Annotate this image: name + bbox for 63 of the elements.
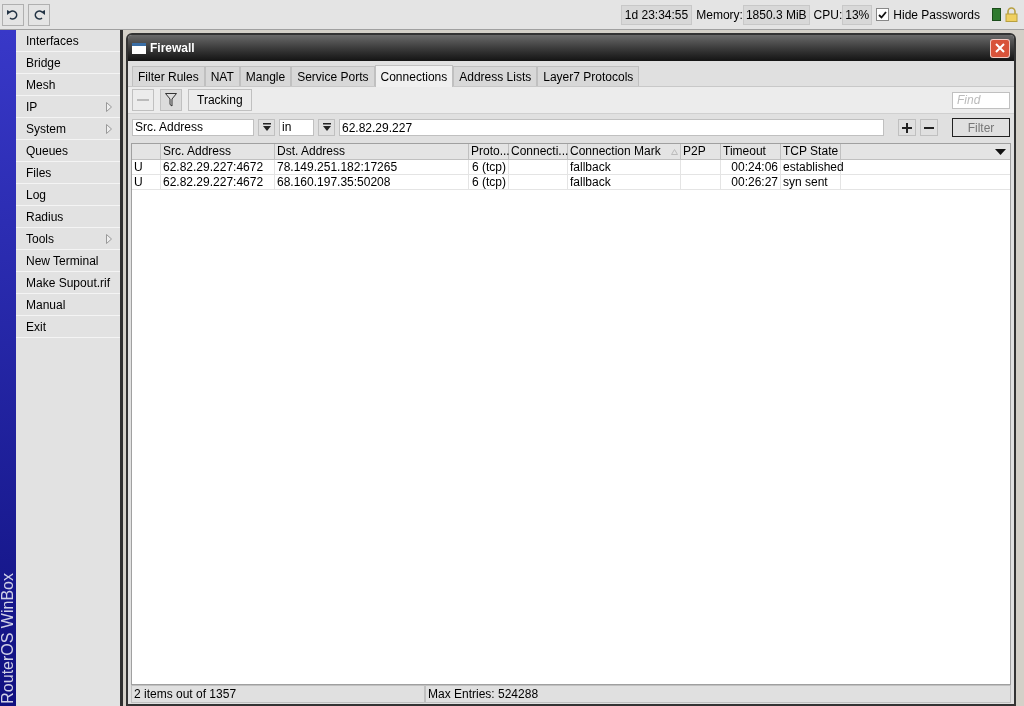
tab[interactable]: Layer7 Protocols <box>537 66 640 86</box>
filter-apply-button[interactable]: Filter <box>952 118 1010 137</box>
column-header[interactable]: Dst. Address <box>275 144 469 159</box>
table-cell: 68.160.197.35:50208 <box>277 175 391 189</box>
window-icon <box>132 42 146 54</box>
column-header[interactable]: P2P <box>681 144 721 159</box>
table-cell: U <box>134 175 143 189</box>
column-header[interactable]: Src. Address <box>161 144 275 159</box>
window-title: Firewall <box>150 40 196 57</box>
undo-icon <box>6 8 20 21</box>
close-icon <box>995 43 1005 53</box>
minus-icon <box>137 98 149 102</box>
memory-value: 1850.3 MiB <box>742 4 810 25</box>
table-cell: 62.82.29.227:4672 <box>163 160 264 174</box>
filter-value-field[interactable]: 62.82.29.227 <box>339 119 884 136</box>
plus-icon <box>902 122 912 133</box>
redo-icon <box>32 8 46 21</box>
tracking-button[interactable]: Tracking <box>188 89 252 111</box>
filter-operator-select[interactable]: in <box>279 119 314 136</box>
remove-condition-button[interactable] <box>920 119 938 136</box>
table-cell: fallback <box>570 175 611 189</box>
hide-passwords-label: Hide Passwords <box>893 6 980 24</box>
undo-button[interactable] <box>2 3 24 26</box>
filter-icon <box>165 93 177 107</box>
column-header[interactable]: Connection Mark <box>568 144 681 159</box>
redo-button[interactable] <box>28 3 50 26</box>
status-bar-text: Max Entries: 524288 <box>425 685 1011 703</box>
cpu-value: 13% <box>842 4 873 25</box>
close-button[interactable] <box>990 38 1010 58</box>
table-cell: 78.149.251.182:17265 <box>277 160 398 174</box>
tab[interactable]: NAT <box>204 66 240 86</box>
add-button[interactable] <box>898 119 916 136</box>
status-bar-text: 2 items out of 1357 <box>131 685 425 703</box>
cpu-label: CPU: <box>813 6 843 24</box>
uptime-text: 1d 23:34:55 <box>620 4 693 25</box>
table-cell: U <box>134 160 143 174</box>
tab[interactable]: Address Lists <box>453 66 538 86</box>
column-header[interactable]: Proto... <box>469 144 509 159</box>
column-header[interactable]: Connecti... <box>509 144 568 159</box>
column-header[interactable]: Timeout <box>721 144 781 159</box>
find-field[interactable]: Find <box>952 91 1010 109</box>
tab[interactable]: Service Ports <box>291 66 375 86</box>
hide-passwords-checkbox[interactable] <box>876 8 890 21</box>
table-cell: 00:26:27 <box>731 175 778 189</box>
memory-label: Memory: <box>696 6 743 24</box>
tab[interactable]: Mangle <box>239 66 292 86</box>
filter-field-select[interactable]: Src. Address <box>132 119 254 136</box>
status-indicator-icon <box>992 8 1001 21</box>
table-cell: 6 (tcp) <box>472 160 506 174</box>
column-menu-icon[interactable] <box>995 148 1006 155</box>
column-header[interactable]: TCP State <box>781 144 841 159</box>
checkmark-icon <box>878 10 888 19</box>
table-cell: 00:24:06 <box>731 160 778 174</box>
tab[interactable]: Connections <box>374 65 454 87</box>
table-cell: established <box>783 160 844 174</box>
table-cell: 6 (tcp) <box>472 175 506 189</box>
table-cell: syn sent <box>783 175 828 189</box>
table-cell: 62.82.29.227:4672 <box>163 175 264 189</box>
table-cell: fallback <box>570 160 611 174</box>
filter-button[interactable] <box>160 89 182 111</box>
tab[interactable]: Filter Rules <box>132 66 205 86</box>
sort-arrow-icon <box>671 148 678 155</box>
lock-icon <box>1005 7 1018 22</box>
